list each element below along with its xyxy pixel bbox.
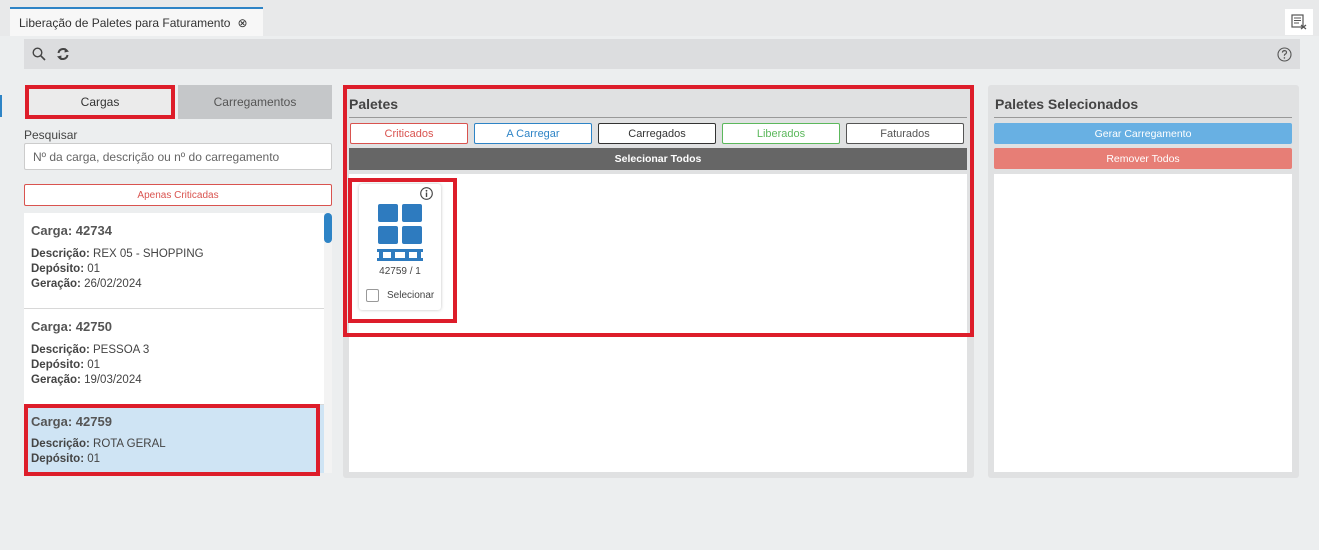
gerar-carregamento-button[interactable]: Gerar Carregamento [994,123,1292,144]
carga-title: Carga: 42734 [31,223,112,238]
close-icon[interactable]: ⊗ [237,16,247,30]
apenas-criticadas-button[interactable]: Apenas Criticadas [24,184,332,206]
geracao-label: Geração: [31,374,81,386]
title-rule [994,117,1292,118]
remover-todos-button[interactable]: Remover Todos [994,148,1292,169]
tab-carregamentos[interactable]: Carregamentos [178,85,332,119]
geracao-value: 26/02/2024 [84,278,142,290]
descricao-label: Descrição: [31,344,90,356]
list-item-carga-42750[interactable]: Carga: 42750 Descrição: PESSOA 3 Depósit… [24,319,324,409]
list-item-carga-42734[interactable]: Carga: 42734 Descrição: REX 05 - SHOPPIN… [24,223,324,313]
descricao-value: PESSOA 3 [93,344,150,356]
scroll-track[interactable] [324,213,332,473]
descricao-value: REX 05 - SHOPPING [93,248,204,260]
deposito-value: 01 [87,359,101,371]
deposito-value: 01 [87,263,101,275]
carga-title: Carga: 42750 [31,319,112,334]
scrollbar-thumb[interactable] [324,213,332,243]
refresh-icon[interactable] [55,46,71,62]
search-label: Pesquisar [24,128,78,142]
search-icon[interactable] [31,46,47,62]
selected-paletes-area [994,174,1292,472]
clear-filter-icon[interactable] [1285,9,1313,35]
geracao-value: 19/03/2024 [84,374,142,386]
deposito-label: Depósito: [31,263,85,275]
paletes-selecionados-title: Paletes Selecionados [995,96,1139,112]
tab-liberacao-paletes[interactable]: Liberação de Paletes para Faturamento ⊗ [10,7,263,36]
geracao-label: Geração: [31,278,81,290]
tab-title: Liberação de Paletes para Faturamento [19,15,231,30]
highlight-box-paletes [343,85,974,337]
side-marker [0,95,2,117]
descricao-label: Descrição: [31,248,90,260]
tab-cargas[interactable]: Cargas [25,85,175,119]
help-icon[interactable] [1276,46,1292,62]
divider [24,308,324,309]
toolbar [24,39,1300,69]
highlight-box-selected-carga [24,404,320,476]
deposito-label: Depósito: [31,359,85,371]
search-input[interactable] [24,143,332,170]
